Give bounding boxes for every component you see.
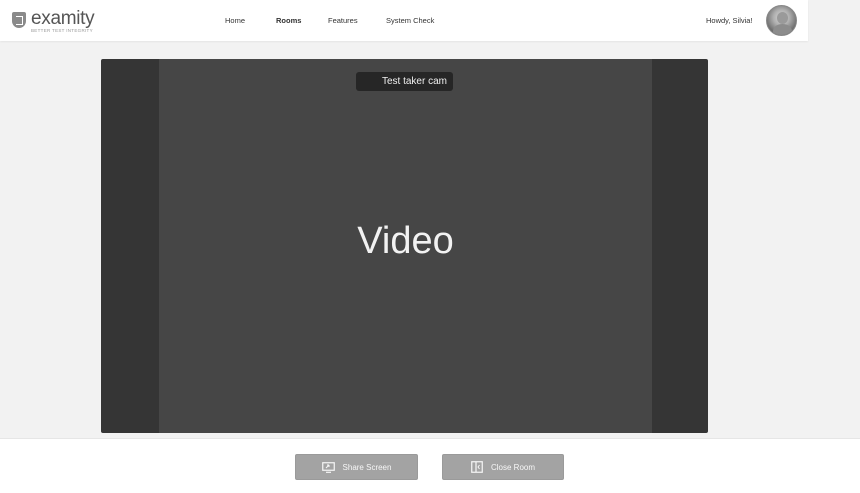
- video-placeholder-text: Video: [357, 220, 454, 262]
- nav-home[interactable]: Home: [225, 16, 245, 25]
- shield-logo-icon: [12, 12, 26, 28]
- action-bar: Share Screen Close Room: [0, 438, 860, 493]
- user-avatar[interactable]: [766, 5, 797, 36]
- user-greeting: Howdy, Silvia!: [706, 16, 753, 25]
- video-feed: Video: [159, 59, 652, 433]
- close-room-button[interactable]: Close Room: [442, 454, 564, 480]
- top-header: examity BETTER TEST INTEGRITY Home Rooms…: [0, 0, 808, 41]
- close-room-label: Close Room: [490, 462, 535, 472]
- logo-wordmark: examity: [31, 8, 95, 29]
- nav-rooms[interactable]: Rooms: [276, 16, 301, 25]
- examity-logo[interactable]: examity BETTER TEST INTEGRITY: [12, 8, 95, 34]
- share-screen-button[interactable]: Share Screen: [295, 454, 418, 480]
- test-taker-cam-label: Test taker cam: [356, 72, 453, 91]
- share-screen-icon: [321, 461, 335, 473]
- video-frame: Video Test taker cam: [101, 59, 708, 433]
- close-room-icon: [471, 461, 483, 473]
- logo-tagline: BETTER TEST INTEGRITY: [31, 28, 93, 33]
- nav-features[interactable]: Features: [328, 16, 358, 25]
- nav-system-check[interactable]: System Check: [386, 16, 434, 25]
- share-screen-label: Share Screen: [342, 462, 392, 472]
